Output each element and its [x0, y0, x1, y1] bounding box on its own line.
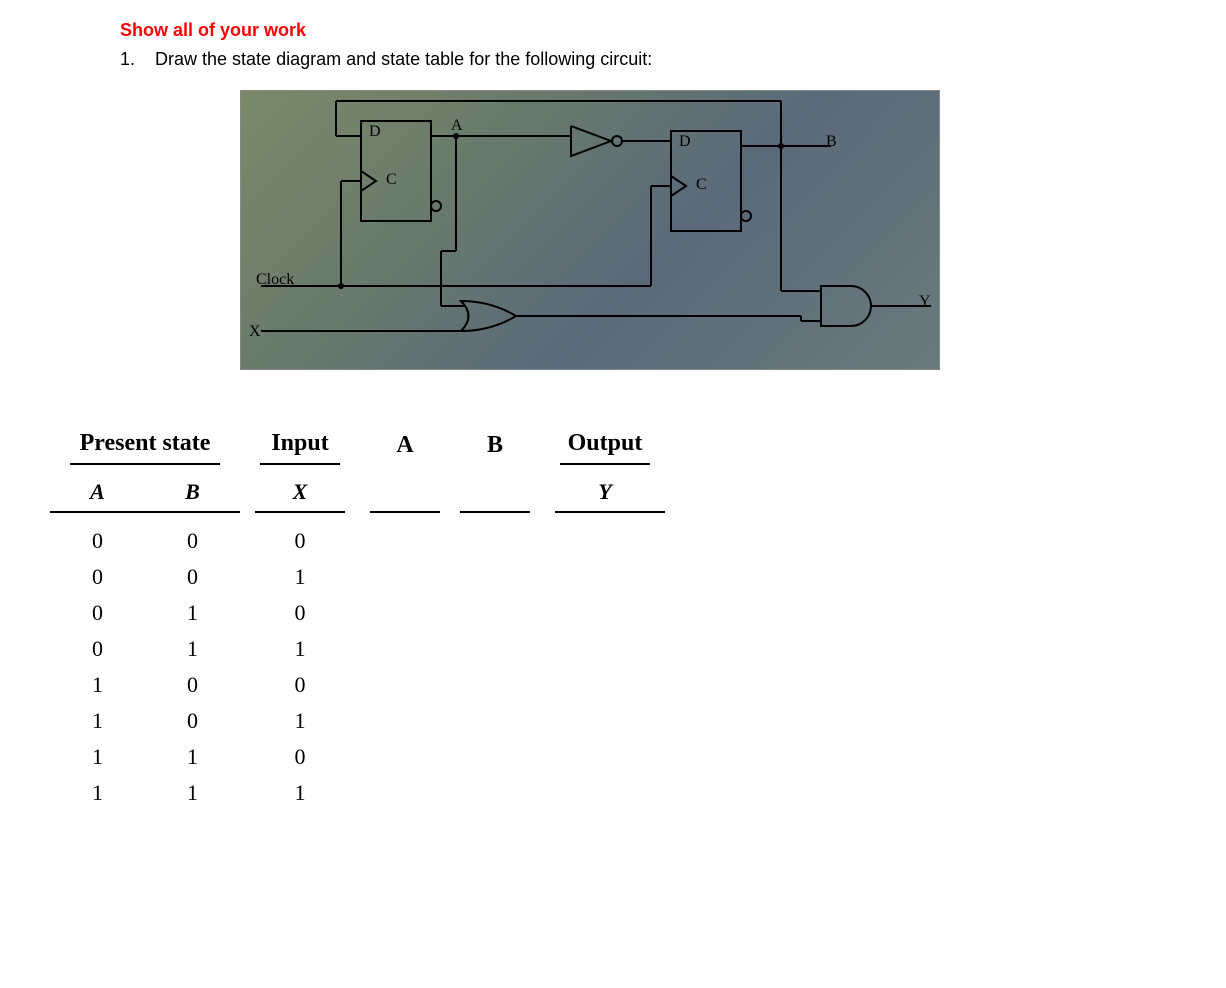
cell: [450, 744, 540, 770]
cell: [450, 564, 540, 590]
subheader-blank-b: [450, 479, 540, 505]
table-row: 1 1 0: [50, 744, 1186, 770]
qbar-bubble-2: [741, 211, 751, 221]
cell: [360, 600, 450, 626]
header-next-a: A: [380, 432, 430, 465]
qbar-bubble-1: [431, 201, 441, 211]
table-row: 0 0 1: [50, 564, 1186, 590]
subheader-blank-a: [360, 479, 450, 505]
label-ff1-c: C: [386, 171, 397, 189]
circuit-diagram: D C A D C B Clock X Y: [240, 90, 940, 370]
label-y: Y: [919, 293, 931, 311]
cell: 1: [50, 744, 145, 770]
cell: [360, 636, 450, 662]
table-row: 1 0 1: [50, 708, 1186, 734]
cell: 1: [50, 708, 145, 734]
cell: [450, 636, 540, 662]
label-ff2-c: C: [696, 176, 707, 194]
cell: 1: [145, 636, 240, 662]
table-header-row: Present state Input A B Output: [50, 430, 1186, 471]
table-subheader-row: A B X Y: [50, 479, 1186, 505]
question-line: 1. Draw the state diagram and state tabl…: [120, 49, 1186, 70]
cell: 1: [145, 600, 240, 626]
cell: [450, 600, 540, 626]
cell: [450, 672, 540, 698]
table-row: 0 0 0: [50, 528, 1186, 554]
cell: [540, 672, 670, 698]
cell: 0: [240, 672, 360, 698]
cell: [540, 636, 670, 662]
cell: 0: [240, 600, 360, 626]
table-row: 1 1 1: [50, 780, 1186, 806]
cell: 0: [240, 744, 360, 770]
label-ff1-d: D: [369, 123, 381, 141]
cell: 0: [145, 564, 240, 590]
cell: [540, 708, 670, 734]
label-clock: Clock: [256, 271, 294, 289]
cell: [540, 528, 670, 554]
cell: 0: [50, 600, 145, 626]
cell: 1: [240, 636, 360, 662]
cell: [450, 708, 540, 734]
clock-triangle-2: [671, 176, 686, 196]
not-gate: [571, 126, 611, 156]
subheader-x: X: [240, 479, 360, 505]
table-row: 0 1 0: [50, 600, 1186, 626]
table-data-rows: 0 0 0 0 0 1 0 1 0 0 1 1: [50, 528, 1186, 806]
cell: 1: [50, 780, 145, 806]
cell: 1: [240, 564, 360, 590]
question-text: Draw the state diagram and state table f…: [155, 49, 652, 69]
cell: [360, 708, 450, 734]
label-b: B: [826, 133, 837, 151]
state-table: Present state Input A B Output A B X Y: [50, 430, 1186, 806]
cell: 1: [240, 780, 360, 806]
and-gate: [821, 286, 871, 326]
cell: [360, 528, 450, 554]
cell: 1: [145, 744, 240, 770]
or-gate: [461, 301, 516, 331]
label-ff2-d: D: [679, 133, 691, 151]
cell: 1: [240, 708, 360, 734]
cell: [360, 780, 450, 806]
cell: 0: [50, 636, 145, 662]
header-output: Output: [560, 430, 650, 465]
subheader-a: A: [50, 479, 145, 505]
cell: [540, 600, 670, 626]
cell: [540, 744, 670, 770]
header-next-b: B: [470, 432, 520, 465]
subheader-b: B: [145, 479, 240, 505]
label-x: X: [249, 323, 261, 341]
clock-triangle-1: [361, 171, 376, 191]
cell: [360, 744, 450, 770]
cell: [540, 780, 670, 806]
header-input: Input: [260, 430, 340, 465]
instruction-header: Show all of your work: [120, 20, 1186, 41]
cell: 0: [240, 528, 360, 554]
subheader-y: Y: [540, 479, 670, 505]
table-row: 1 0 0: [50, 672, 1186, 698]
table-row: 0 1 1: [50, 636, 1186, 662]
cell: 0: [145, 672, 240, 698]
cell: 0: [145, 528, 240, 554]
label-a: A: [451, 117, 463, 135]
cell: [360, 672, 450, 698]
cell: 0: [145, 708, 240, 734]
cell: 1: [145, 780, 240, 806]
cell: [360, 564, 450, 590]
cell: 0: [50, 564, 145, 590]
cell: [450, 528, 540, 554]
cell: 1: [50, 672, 145, 698]
question-number: 1.: [120, 49, 150, 70]
cell: [450, 780, 540, 806]
cell: 0: [50, 528, 145, 554]
subheader-underline: [50, 511, 1186, 513]
cell: [540, 564, 670, 590]
header-present-state: Present state: [70, 430, 220, 465]
